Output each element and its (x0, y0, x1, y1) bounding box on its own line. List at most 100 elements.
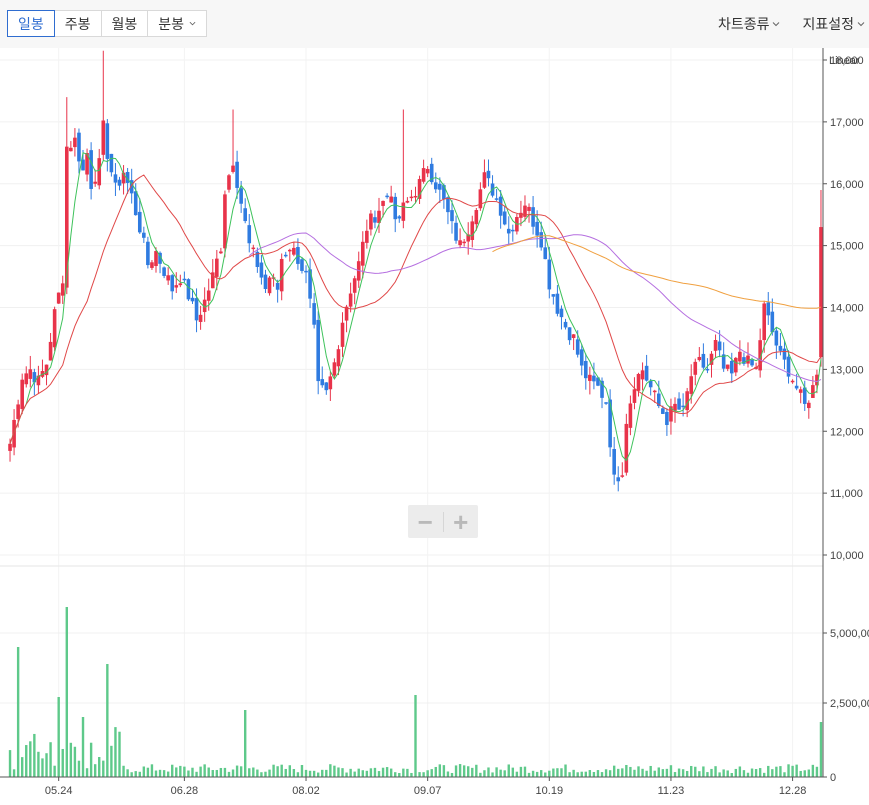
volume-bar (248, 768, 251, 777)
zoom-in-button[interactable]: + (443, 505, 478, 538)
volume-bar (600, 772, 604, 777)
candle-body (16, 404, 20, 419)
volume-bar (260, 772, 263, 777)
volume-bar (556, 768, 559, 777)
candle-body (559, 308, 564, 318)
candle-body (547, 259, 552, 290)
candle-body (790, 380, 795, 383)
candle-body (219, 251, 223, 254)
volume-bar (450, 772, 454, 777)
volume-bar (69, 742, 73, 777)
tab-monthly[interactable]: 월봉 (100, 10, 149, 37)
date-tick-label: 08.02 (292, 785, 320, 797)
candle-body (320, 379, 325, 386)
candle-body (397, 216, 402, 219)
volume-bar (612, 765, 616, 777)
candle-body (352, 278, 357, 293)
volume-bar (572, 769, 575, 777)
candle-body (283, 254, 288, 257)
candle-body (782, 348, 787, 360)
candle-body (632, 389, 637, 403)
volume-bar (410, 772, 413, 777)
tab-minute-label: 분봉 (158, 15, 185, 32)
volume-bar (146, 767, 150, 777)
candle-body (259, 262, 264, 278)
volume-bar (503, 770, 506, 777)
candle-body (109, 153, 114, 173)
candle-body (717, 341, 722, 351)
zoom-out-button[interactable]: − (408, 505, 443, 538)
candle-body (52, 309, 57, 348)
candle-body (154, 251, 158, 267)
candle-body (693, 361, 698, 375)
volume-bar (750, 768, 754, 777)
candle-body (774, 330, 779, 346)
price-tick-label: 15,000 (830, 241, 864, 253)
candle-body (162, 267, 166, 276)
volume-bar (308, 770, 312, 777)
ma-line-20 (9, 174, 822, 444)
candle-body (60, 283, 65, 296)
period-tabs: 일봉 주봉 월봉 분봉 (7, 10, 208, 37)
candlesticks (8, 50, 823, 492)
candle-body (247, 225, 252, 244)
candle-body (275, 282, 280, 290)
volume-bar (690, 765, 693, 777)
volume-bar (588, 770, 592, 777)
candle-body (263, 274, 268, 290)
candle-body (628, 403, 633, 428)
candle-body (89, 150, 93, 189)
stock-chart[interactable]: Linear 18,00017,00016,00015,00014,00013,… (0, 48, 869, 805)
volume-bar (519, 766, 523, 777)
volume-bar (57, 697, 60, 777)
volume-bar (235, 765, 239, 777)
volume-bar (227, 771, 231, 777)
candle-body (8, 443, 12, 451)
volume-bar (523, 766, 527, 777)
chart-type-menu[interactable]: 차트종류 (718, 10, 781, 37)
candle-body (409, 196, 414, 199)
volume-bar (304, 769, 308, 777)
volume-bar (714, 766, 717, 777)
chart-grid (0, 48, 823, 777)
candle-body (612, 449, 616, 475)
volume-bar (215, 769, 219, 777)
volume-bar (438, 764, 442, 777)
volume-bar (442, 765, 446, 777)
candle-body (328, 376, 333, 390)
candle-body (24, 373, 29, 385)
volume-bar (33, 733, 36, 777)
volume-bar (85, 768, 89, 777)
tab-weekly[interactable]: 주봉 (53, 10, 102, 37)
volume-bar (45, 753, 48, 777)
chevron-down-icon (773, 21, 780, 26)
volume-bar (106, 664, 109, 777)
volume-bar (252, 767, 255, 777)
candle-body (458, 240, 462, 246)
tab-daily[interactable]: 일봉 (7, 10, 55, 37)
candle-body (324, 382, 329, 391)
indicator-settings-label: 지표설정 (802, 15, 854, 32)
right-menus: 차트종류 지표설정 (696, 10, 865, 37)
candle-body (665, 411, 669, 425)
volume-bar (763, 772, 766, 777)
volume-bar (361, 770, 364, 777)
volume-bar (807, 769, 811, 777)
chevron-down-icon (857, 21, 865, 26)
volume-bar (539, 770, 543, 777)
candle-body (770, 311, 775, 333)
volume-bar (584, 771, 587, 777)
candle-body (750, 359, 754, 366)
candle-body (12, 419, 16, 448)
candle-body (446, 197, 450, 213)
tab-minute[interactable]: 분봉 (147, 10, 208, 37)
candle-body (421, 168, 426, 182)
volume-bar (29, 741, 32, 777)
indicator-settings-menu[interactable]: 지표설정 (802, 10, 865, 37)
volume-bar (114, 727, 117, 777)
volume-bar (357, 768, 360, 777)
volume-bar (389, 768, 393, 777)
volume-bar (142, 766, 146, 777)
volume-bar (207, 767, 210, 777)
candle-body (535, 221, 539, 236)
